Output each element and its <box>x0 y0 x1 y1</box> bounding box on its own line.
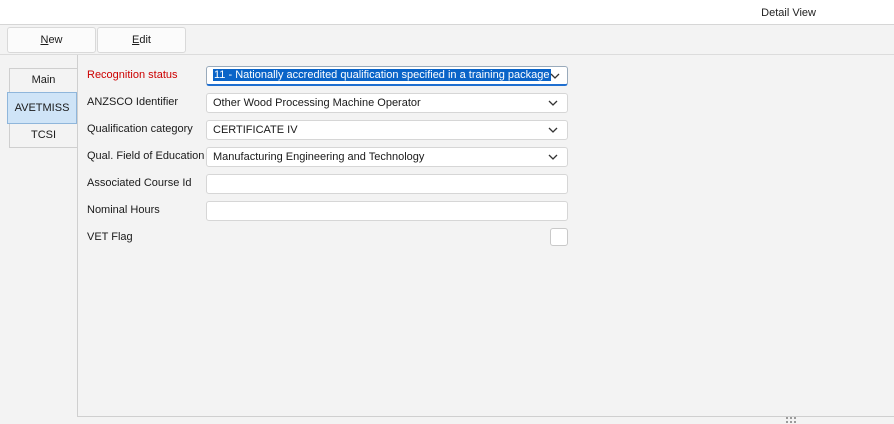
qual-category-value: CERTIFICATE IV <box>213 124 298 136</box>
edit-button-rest: dit <box>139 34 151 46</box>
nominal-hours-label: Nominal Hours <box>87 204 160 216</box>
nominal-hours-input[interactable] <box>206 201 568 221</box>
anzsco-select[interactable]: Other Wood Processing Machine Operator <box>206 93 568 113</box>
anzsco-value: Other Wood Processing Machine Operator <box>213 97 421 109</box>
vet-flag-checkbox[interactable] <box>550 228 568 246</box>
toolbar: New Edit <box>0 25 894 55</box>
header-bar: Detail View <box>0 0 894 25</box>
recognition-status-label: Recognition status <box>87 69 178 81</box>
chevron-down-icon[interactable] <box>547 123 559 137</box>
edit-button[interactable]: Edit <box>97 27 186 53</box>
new-button-rest: ew <box>48 34 63 46</box>
resize-grip-icon[interactable] <box>785 417 797 424</box>
chevron-down-icon[interactable] <box>547 150 559 164</box>
view-title: Detail View <box>761 7 816 19</box>
tab-main[interactable]: Main <box>9 68 77 93</box>
side-tabs: Main AVETMISS TCSI <box>7 68 77 148</box>
qual-category-select[interactable]: CERTIFICATE IV <box>206 120 568 140</box>
recognition-status-value: 11 - Nationally accredited qualification… <box>213 69 551 81</box>
chevron-down-icon[interactable] <box>547 96 559 110</box>
field-of-education-label: Qual. Field of Education <box>87 150 205 162</box>
new-button[interactable]: New <box>7 27 96 53</box>
vet-flag-label: VET Flag <box>87 231 133 243</box>
qual-category-label: Qualification category <box>87 123 193 135</box>
anzsco-label: ANZSCO Identifier <box>87 96 179 108</box>
field-of-education-value: Manufacturing Engineering and Technology <box>213 151 425 163</box>
field-of-education-select[interactable]: Manufacturing Engineering and Technology <box>206 147 568 167</box>
detail-panel: Recognition status 11 - Nationally accre… <box>77 55 894 417</box>
tab-tcsi[interactable]: TCSI <box>9 123 77 148</box>
chevron-down-icon[interactable] <box>549 69 561 83</box>
associated-course-input[interactable] <box>206 174 568 194</box>
tab-avetmiss[interactable]: AVETMISS <box>7 92 77 124</box>
associated-course-label: Associated Course Id <box>87 177 192 189</box>
recognition-status-select[interactable]: 11 - Nationally accredited qualification… <box>206 66 568 86</box>
